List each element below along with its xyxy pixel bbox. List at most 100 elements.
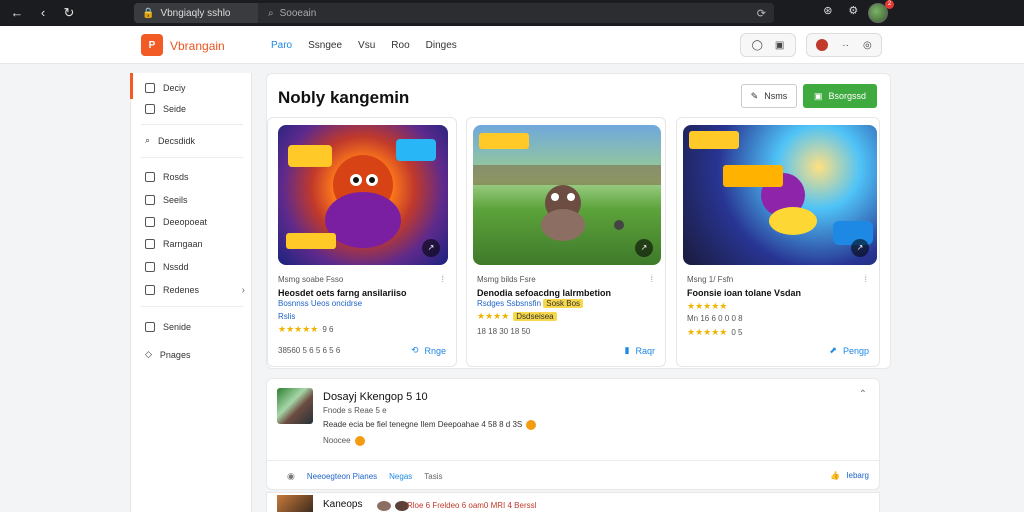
new-button[interactable]: ✎ Nsms — [741, 84, 797, 108]
game-title[interactable]: Heosdet oets farng ansilariiso — [278, 288, 407, 298]
reload-icon[interactable]: ↻ — [62, 5, 76, 21]
brand-logo[interactable]: P — [141, 34, 163, 56]
nav-item-1[interactable]: Paro — [271, 40, 292, 51]
play-action-label: Raqr — [635, 345, 655, 356]
refresh-icon[interactable]: ⟳ — [757, 7, 766, 20]
sidebar-item-label: Redenes — [163, 285, 200, 295]
nav-item-4[interactable]: Roo — [391, 40, 409, 51]
game-card[interactable]: ↗ Msmg bilds Fsre ⁞ Denodia sefoacdng la… — [466, 117, 666, 367]
profile-group[interactable]: ·· ◎ — [806, 33, 882, 57]
address-bar[interactable]: 🔒 Vbngiaqly sshlo ⌕ Sooeain ⟳ — [134, 3, 774, 23]
sidebar-item-label: Seeils — [163, 195, 188, 205]
play-action[interactable]: ⟲ Rnge — [411, 345, 446, 356]
view-toggle-group[interactable]: ◯ ▣ — [740, 33, 796, 57]
camera-icon[interactable]: ▣ — [775, 40, 784, 51]
sidebar-item-9[interactable]: Redenes › — [145, 285, 245, 296]
divider — [141, 157, 243, 158]
game-title[interactable]: Foonsie ioan tolane Vsdan — [687, 288, 801, 298]
divider — [267, 460, 879, 461]
play-icon[interactable]: ↗ — [422, 239, 440, 257]
footer-link-2[interactable]: Negas — [389, 472, 412, 481]
sidebar-item-8[interactable]: Nssdd — [145, 262, 245, 272]
back-arrow-icon[interactable]: ← — [10, 5, 24, 21]
chevron-left-icon[interactable]: ‹ — [36, 5, 50, 21]
game-stats: 18 18 30 18 50 — [477, 327, 531, 336]
post-title[interactable]: Dosayj Kkengop 5 10 — [323, 391, 428, 403]
game-subtitle-text: Rsdges Ssbsnsfin — [477, 299, 542, 308]
chevron-up-icon[interactable]: ⌃ — [859, 389, 867, 400]
sidebar-item-3[interactable]: ⌕ Decsdidk — [145, 135, 245, 146]
more-icon[interactable]: ⁞ — [650, 274, 653, 284]
user-avatar[interactable] — [868, 3, 888, 23]
chart-icon — [145, 217, 155, 227]
game-tag: Dsdseisea — [513, 312, 557, 321]
stars: ★★★★ — [477, 311, 510, 321]
sidebar-item-label: Deeopoeat — [163, 217, 208, 227]
post-meta: Fnode s Reae 5 e — [323, 406, 387, 415]
footer-link-3[interactable]: Tasis — [424, 472, 442, 481]
post-avatar[interactable] — [277, 495, 313, 512]
grid-icon — [145, 104, 155, 114]
star-rating: ★★★★ Dsdseisea — [477, 311, 557, 322]
list-icon — [145, 239, 155, 249]
sidebar-item-7[interactable]: Rarngaan — [145, 239, 245, 249]
nav-item-2[interactable]: Ssngee — [308, 40, 342, 51]
gamepad-icon[interactable]: ◎ — [863, 40, 872, 51]
settings-icon[interactable]: ⚙ — [848, 4, 858, 17]
app-header: P Vbrangain Paro Ssngee Vsu Roo Dinges ◯… — [0, 26, 1024, 64]
nav-item-5[interactable]: Dinges — [426, 40, 457, 51]
sidebar-item-2[interactable]: Seide — [145, 104, 245, 114]
game-subtitle-text: Mn 16 6 0 0 0 8 — [687, 314, 743, 323]
game-thumbnail[interactable]: ↗ — [473, 125, 661, 265]
sidebar-item-4[interactable]: Rosds — [145, 172, 245, 182]
game-stats: 38560 5 6 5 6 5 6 — [278, 346, 341, 355]
post-avatar[interactable] — [277, 388, 313, 424]
more-icon[interactable]: ⁞ — [864, 274, 867, 284]
circle-icon[interactable]: ◯ — [752, 40, 763, 51]
game-title[interactable]: Denodia sefoacdng lalrmbetion — [477, 288, 611, 298]
grid-icon — [145, 262, 155, 272]
game-thumbnail[interactable]: ↗ — [278, 125, 448, 265]
play-action[interactable]: ▮ Raqr — [625, 345, 655, 356]
new-button-label: Nsms — [764, 91, 788, 101]
star-rating: ★★★★★ — [687, 301, 727, 312]
game-subtitle: Bosnnss Ueos oncidrse — [278, 299, 362, 308]
game-card[interactable]: ↗ Msng 1/ Fsfn ⁞ Foonsie ioan tolane Vsd… — [676, 117, 880, 367]
diamond-icon: ◇ — [145, 349, 152, 359]
sidebar-item-6[interactable]: Deeopoeat — [145, 217, 245, 227]
post-title[interactable]: Kaneops — [323, 499, 362, 510]
tab-title: Vbngiaqly sshlo — [160, 7, 231, 19]
browser-tab[interactable]: 🔒 Vbngiaqly sshlo — [134, 3, 258, 23]
game-meta: Msmg soabe Fsso — [278, 275, 344, 284]
menu-icon[interactable]: ·· — [842, 40, 849, 51]
reaction-pills — [377, 501, 409, 511]
search-input[interactable]: ⌕ Sooeain — [268, 8, 757, 19]
extensions-icon[interactable]: ⊛ — [823, 4, 832, 17]
sidebar-item-1[interactable]: Deciy — [145, 83, 245, 93]
play-action[interactable]: ⬈ Pengp — [829, 345, 869, 356]
bars-icon: ▮ — [624, 345, 630, 355]
star-rating-2: ★★★★★ 0 5 — [687, 327, 742, 338]
play-icon[interactable]: ↗ — [851, 239, 869, 257]
like-action[interactable]: 👍 Iebarg — [830, 471, 869, 480]
sidebar: Deciy Seide ⌕ Decsdidk Rosds Seeils Deeop… — [130, 73, 252, 512]
sidebar-item-10[interactable]: Senide — [145, 322, 245, 332]
folder-icon — [145, 285, 155, 295]
more-icon[interactable]: ⁞ — [441, 274, 444, 284]
main-panel: Nobly kangemin ✎ Nsms ▣ Bsorgssd ↗ Msmg so… — [266, 73, 891, 369]
sidebar-item-label: Seide — [163, 104, 187, 114]
game-thumbnail[interactable]: ↗ — [683, 125, 877, 265]
nav-item-3[interactable]: Vsu — [358, 40, 375, 51]
footer-link-1[interactable]: Neeoegteon Pianes — [307, 472, 377, 481]
sidebar-item-11[interactable]: ◇ Pnages — [145, 349, 245, 360]
primary-button[interactable]: ▣ Bsorgssd — [803, 84, 877, 108]
reply-link[interactable]: Noocee — [323, 436, 365, 446]
sidebar-item-label: Rarngaan — [163, 239, 203, 249]
play-icon[interactable]: ↗ — [635, 239, 653, 257]
doc-icon — [145, 195, 155, 205]
mini-avatar[interactable] — [816, 39, 829, 51]
sidebar-item-5[interactable]: Seeils — [145, 195, 245, 205]
game-card[interactable]: ↗ Msmg soabe Fsso ⁞ Heosdet oets farng a… — [267, 117, 457, 367]
chevron-right-icon[interactable]: › — [242, 285, 245, 296]
brand-name[interactable]: Vbrangain — [170, 39, 225, 53]
